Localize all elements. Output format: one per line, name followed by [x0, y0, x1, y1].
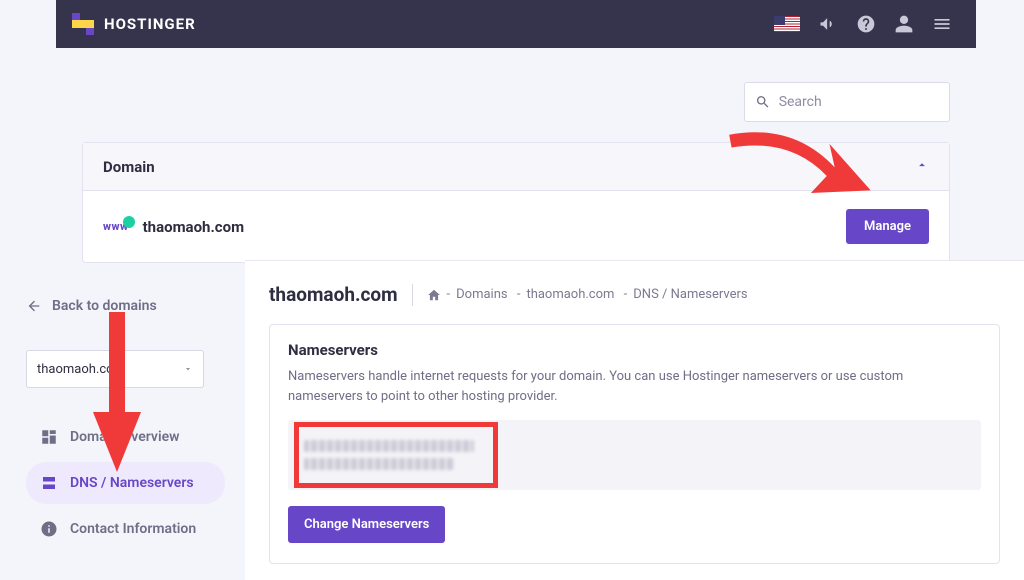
crumb-domains[interactable]: Domains — [456, 287, 507, 302]
divider — [412, 284, 413, 306]
upper-panel: Domain www thaomaoh.com Manage — [56, 48, 976, 263]
domain-select[interactable]: thaomaoh.com — [26, 350, 204, 388]
search-box[interactable] — [744, 82, 950, 122]
sidebar-item-label: Contact Information — [70, 521, 196, 537]
brand-text: HOSTINGER — [104, 15, 196, 33]
ns-description: Nameservers handle internet requests for… — [288, 367, 981, 406]
dashboard-icon — [40, 428, 58, 446]
manage-button[interactable]: Manage — [846, 209, 929, 244]
top-actions — [774, 14, 952, 34]
arrow-left-icon — [26, 298, 42, 314]
server-icon — [40, 474, 58, 492]
www-badge-icon: www — [103, 220, 129, 233]
search-input[interactable] — [779, 94, 939, 110]
home-icon — [427, 288, 441, 302]
help-icon[interactable] — [856, 14, 876, 34]
brand-logo[interactable]: HOSTINGER — [72, 13, 196, 35]
sidebar-item-label: DNS / Nameservers — [70, 475, 194, 491]
sidebar-item-overview[interactable]: Domain Overview — [26, 416, 225, 458]
content-header: thaomaoh.com - Domains - thaomaoh.com - … — [269, 283, 1000, 306]
content-area: thaomaoh.com - Domains - thaomaoh.com - … — [245, 260, 1024, 580]
back-to-domains[interactable]: Back to domains — [26, 298, 225, 314]
flag-us-icon[interactable] — [774, 16, 800, 32]
page-title: thaomaoh.com — [269, 283, 398, 306]
crumb-domain[interactable]: thaomaoh.com — [526, 287, 614, 302]
back-label: Back to domains — [52, 298, 157, 314]
nameserver-value-redacted — [304, 440, 474, 452]
info-icon — [40, 520, 58, 538]
menu-icon[interactable] — [932, 14, 952, 34]
sidebar-item-contact[interactable]: Contact Information — [26, 508, 225, 550]
chevron-up-icon — [915, 157, 929, 176]
nameservers-card: Nameservers Nameservers handle internet … — [269, 324, 1000, 564]
ns-heading: Nameservers — [288, 341, 981, 359]
change-nameservers-button[interactable]: Change Nameservers — [288, 506, 445, 543]
sidebar-item-label: Domain Overview — [70, 429, 179, 445]
domain-card-header[interactable]: Domain — [83, 143, 949, 191]
breadcrumb: - Domains - thaomaoh.com - DNS / Nameser… — [427, 287, 748, 302]
lower-panel: Back to domains thaomaoh.com Domain Over… — [0, 260, 1024, 580]
highlight-box — [294, 422, 498, 488]
sidebar-item-dns[interactable]: DNS / Nameservers — [26, 462, 225, 504]
domain-row: www thaomaoh.com Manage — [83, 191, 949, 262]
domain-heading: Domain — [103, 158, 155, 176]
sidebar: Back to domains thaomaoh.com Domain Over… — [0, 260, 245, 580]
user-icon[interactable] — [894, 14, 914, 34]
top-nav: HOSTINGER — [56, 0, 976, 48]
caret-down-icon — [183, 364, 193, 374]
hostinger-logo-icon — [72, 13, 94, 35]
crumb-current: DNS / Nameservers — [633, 287, 747, 302]
domain-select-value: thaomaoh.com — [37, 362, 125, 377]
search-icon — [755, 93, 771, 111]
announce-icon[interactable] — [818, 14, 838, 34]
domain-name: thaomaoh.com — [143, 218, 244, 236]
domain-card: Domain www thaomaoh.com Manage — [82, 142, 950, 263]
nameserver-value-redacted — [304, 458, 454, 470]
nameserver-values — [288, 420, 981, 490]
